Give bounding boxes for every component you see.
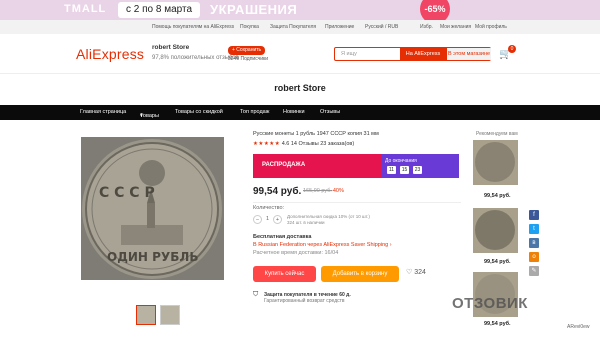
quantity-stepper: − 1 + [253, 215, 283, 225]
twitter-icon[interactable]: t [529, 224, 539, 234]
delivery-date: Расчетное время доставки: 16/04 [253, 250, 339, 256]
nav-new[interactable]: Новинки [283, 109, 305, 115]
current-price: 99,54 руб. [253, 186, 302, 197]
plus-button[interactable]: + [273, 215, 282, 224]
quantity-label: Количество: [253, 205, 285, 211]
vk-icon[interactable]: в [529, 238, 539, 248]
wishlist-button[interactable]: ♡ 324 [406, 268, 426, 276]
banner-promo: УКРАШЕНИЯ [210, 2, 298, 17]
countdown-minutes: 15 [400, 166, 409, 174]
orders-count: 23 заказа(ов) [320, 141, 355, 147]
promo-banner[interactable]: TMALL с 2 по 8 марта УКРАШЕНИЯ -65% [0, 0, 600, 20]
minus-button[interactable]: − [253, 215, 262, 224]
ok-icon[interactable]: о [529, 252, 539, 262]
wish-count: 324 [414, 269, 426, 276]
nav-top-sales[interactable]: Топ продаж [240, 109, 269, 115]
quantity-info: Дополнительная скидка 10% (от 10 шт.) 32… [287, 214, 370, 226]
watermark-sub: ARevi0ew [567, 324, 590, 330]
search-aliexpress-button[interactable]: На AliExpress [400, 48, 446, 60]
product-rating: ★★★★★ 4.6 14 Отзывы 23 заказа(ов) [253, 141, 354, 147]
banner-dates: с 2 по 8 марта [118, 2, 201, 18]
shipping-title: Бесплатная доставка [253, 234, 312, 240]
app-link[interactable]: Приложение [325, 24, 354, 30]
nav-discounted[interactable]: Товары со скидкой [175, 109, 223, 115]
store-header: AliExpress robert Store 97,8% положитель… [0, 34, 600, 74]
coin-thumb-icon [475, 210, 515, 250]
search-input[interactable]: Я ищу [341, 51, 357, 57]
coin-text-bottom: ОДИН РУБЛЬ [107, 250, 198, 264]
wishlist-link[interactable]: Мои желания [440, 24, 471, 30]
aliexpress-logo[interactable]: AliExpress [76, 46, 144, 62]
banner-discount-badge: -65% [420, 0, 450, 20]
subscribers-count: 3249 Подписчики [228, 56, 269, 62]
add-to-cart-button[interactable]: Добавить в корзину [321, 266, 399, 282]
coin-text-top: С С С Р [99, 185, 155, 201]
banner-brand: TMALL [64, 3, 107, 15]
favorites-link[interactable]: Избр. [420, 24, 433, 30]
store-rating: 97,8% положительных отзывов [152, 55, 239, 61]
divider [253, 202, 461, 203]
recommend-price-1: 99,54 руб. [484, 193, 511, 199]
save-store-button[interactable]: + Сохранить [228, 46, 266, 55]
language-currency-selector[interactable]: Русский / RUB [365, 24, 398, 30]
cart-icon[interactable]: 🛒 0 [499, 45, 516, 60]
rating-value: 4.6 [281, 141, 290, 147]
edit-icon[interactable]: ✎ [529, 266, 539, 276]
countdown-seconds: 23 [413, 166, 422, 174]
coin-image: С С С Р ОДИН РУБЛЬ [82, 139, 222, 279]
countdown-label: До окончания [385, 158, 417, 164]
recommend-price-3: 99,54 руб. [484, 321, 511, 327]
star-icons: ★★★★★ [253, 141, 281, 147]
buyer-protection-link[interactable]: Защита Покупателя [270, 24, 316, 30]
stock-info: 324 шт. в наличии [287, 220, 325, 225]
help-link[interactable]: Помощь покупателям на AliExpress [152, 24, 234, 30]
heart-icon: ♡ [406, 269, 413, 276]
recommend-item-2[interactable] [473, 208, 518, 253]
shipping-method-link[interactable]: В Russian Federation через AliExpress Sa… [253, 241, 392, 249]
store-title: robert Store [274, 83, 326, 93]
recommend-price-2: 99,54 руб. [484, 259, 511, 265]
quantity-value[interactable]: 1 [266, 216, 269, 222]
store-nav: Главная страница Товары ▾ Товары со скид… [0, 105, 600, 120]
shipping-info: Бесплатная доставка В Russian Federation… [253, 233, 392, 257]
coin-thumb-icon [475, 142, 515, 182]
old-price: 165,90 руб. [303, 188, 332, 194]
thumbnail-2[interactable] [160, 305, 180, 325]
countdown-hours: 11 [387, 166, 396, 174]
sale-banner: РАСПРОДАЖА До окончания 11 15 23 [253, 154, 459, 178]
facebook-icon[interactable]: f [529, 210, 539, 220]
recommend-title: Рекомендуем вам [476, 131, 518, 137]
nav-home[interactable]: Главная страница [80, 109, 126, 115]
store-info: robert Store 97,8% положительных отзывов [152, 44, 239, 61]
protection-sub: Гарантированный возврат средств [264, 298, 345, 304]
profile-link[interactable]: Мой профиль [475, 24, 507, 30]
product-main-image[interactable]: С С С Р ОДИН РУБЛЬ [81, 137, 224, 280]
top-utility-bar: Помощь покупателям на AliExpress Покупка… [0, 20, 600, 34]
chevron-down-icon: ▾ [140, 113, 143, 119]
recommend-item-1[interactable] [473, 140, 518, 185]
shield-icon: ⛉ [253, 291, 259, 298]
countdown-box: До окончания 11 15 23 [381, 154, 459, 178]
reviews-link[interactable]: 14 Отзывы [291, 141, 319, 147]
purchase-link[interactable]: Покупка [240, 24, 259, 30]
cart-count: 0 [508, 45, 516, 53]
product-title: Русские монеты 1 рубль 1947 СССР копия 3… [253, 131, 379, 137]
nav-reviews[interactable]: Отзывы [320, 109, 340, 115]
watermark: ОТЗОВИК [452, 295, 528, 312]
store-name[interactable]: robert Store [152, 44, 239, 51]
search-store-button[interactable]: В этом магазине [446, 48, 491, 60]
sale-label: РАСПРОДАЖА [262, 162, 306, 168]
discount-percent: -40% [331, 188, 344, 194]
search-bar: Я ищу На AliExpress В этом магазине [334, 47, 491, 61]
thumbnail-1[interactable] [136, 305, 156, 325]
buy-now-button[interactable]: Купить сейчас [253, 266, 316, 282]
